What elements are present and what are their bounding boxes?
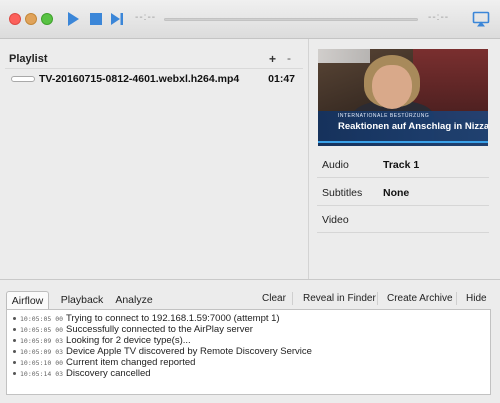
audio-label: Audio — [322, 159, 349, 171]
reveal-in-finder-button[interactable]: Reveal in Finder — [303, 293, 376, 304]
channel-logo — [318, 49, 370, 63]
log-message: Device Apple TV discovered by Remote Dis… — [66, 346, 312, 357]
play-icon — [68, 12, 79, 26]
subtitles-value[interactable]: None — [383, 187, 409, 199]
log-console[interactable]: 10:05:05 00 Trying to connect to 192.168.… — [6, 309, 491, 395]
log-timestamp: 10:05:10 00 — [20, 359, 64, 367]
hide-log-button[interactable]: Hide — [466, 293, 487, 304]
remove-item-button[interactable]: - — [287, 51, 291, 65]
airplay-button[interactable] — [472, 10, 490, 28]
window-zoom-button[interactable] — [41, 13, 53, 25]
video-row[interactable]: Video — [317, 208, 489, 233]
elapsed-time: --:-- — [135, 12, 157, 23]
log-bullet-icon — [13, 338, 16, 342]
clear-button[interactable]: Clear — [262, 293, 286, 304]
window-close-button[interactable] — [9, 13, 21, 25]
log-message: Trying to connect to 192.168.1.59:7000 (… — [66, 313, 280, 324]
log-bullet-icon — [13, 360, 16, 364]
next-track-button[interactable] — [108, 10, 126, 28]
audio-row[interactable]: Audio Track 1 — [317, 153, 489, 178]
playlist-item-name: TV-20160715-0812-4601.webxl.h264.mp4 — [39, 73, 240, 85]
playback-scrubber[interactable] — [164, 18, 418, 21]
log-timestamp: 10:05:05 00 — [20, 315, 64, 323]
playlist-item-duration: 01:47 — [268, 73, 295, 85]
subtitles-label: Subtitles — [322, 187, 363, 199]
action-separator — [377, 292, 378, 305]
play-button[interactable] — [64, 10, 82, 28]
stop-button[interactable] — [87, 10, 105, 28]
next-track-icon — [111, 13, 123, 25]
playlist-divider — [5, 68, 303, 69]
stop-icon — [90, 13, 102, 25]
log-timestamp: 10:05:09 03 — [20, 348, 64, 356]
log-bullet-icon — [13, 316, 16, 320]
remaining-time: --:-- — [428, 12, 450, 23]
tab-airflow[interactable]: Airflow — [6, 291, 49, 310]
log-timestamp: 10:05:09 03 — [20, 337, 64, 345]
airplay-icon — [472, 11, 490, 27]
log-message: Current item changed reported — [66, 357, 196, 368]
preview-kicker: INTERNATIONALE BESTÜRZUNG — [338, 113, 430, 119]
video-label: Video — [322, 214, 349, 226]
create-archive-button[interactable]: Create Archive — [387, 293, 453, 304]
log-timestamp: 10:05:05 00 — [20, 326, 64, 334]
tab-analyze[interactable]: Analyze — [112, 291, 156, 310]
playlist-item[interactable]: TV-20160715-0812-4601.webxl.h264.mp4 01:… — [5, 70, 303, 90]
log-message: Discovery cancelled — [66, 368, 151, 379]
video-preview: INTERNATIONALE BESTÜRZUNG Reaktionen auf… — [318, 49, 488, 146]
preview-person-face — [372, 65, 412, 109]
window-minimize-button[interactable] — [25, 13, 37, 25]
tab-playback[interactable]: Playback — [58, 291, 106, 310]
subtitles-row[interactable]: Subtitles None — [317, 181, 489, 206]
log-bullet-icon — [13, 371, 16, 375]
log-bullet-icon — [13, 349, 16, 353]
action-separator — [292, 292, 293, 305]
preview-headline: Reaktionen auf Anschlag in Nizza — [338, 121, 488, 132]
preview-accent-bar — [318, 141, 488, 143]
log-timestamp: 10:05:14 03 — [20, 370, 64, 378]
add-item-button[interactable]: + — [269, 52, 276, 66]
log-message: Successfully connected to the AirPlay se… — [66, 324, 253, 335]
log-message: Looking for 2 device type(s)... — [66, 335, 191, 346]
action-separator — [456, 292, 457, 305]
playlist-title: Playlist — [9, 53, 48, 65]
log-entry: 10:05:14 03 Discovery cancelled — [13, 368, 151, 380]
audio-value[interactable]: Track 1 — [383, 159, 419, 171]
log-bullet-icon — [13, 327, 16, 331]
pane-divider[interactable] — [308, 39, 309, 279]
item-progress-indicator — [11, 76, 35, 82]
